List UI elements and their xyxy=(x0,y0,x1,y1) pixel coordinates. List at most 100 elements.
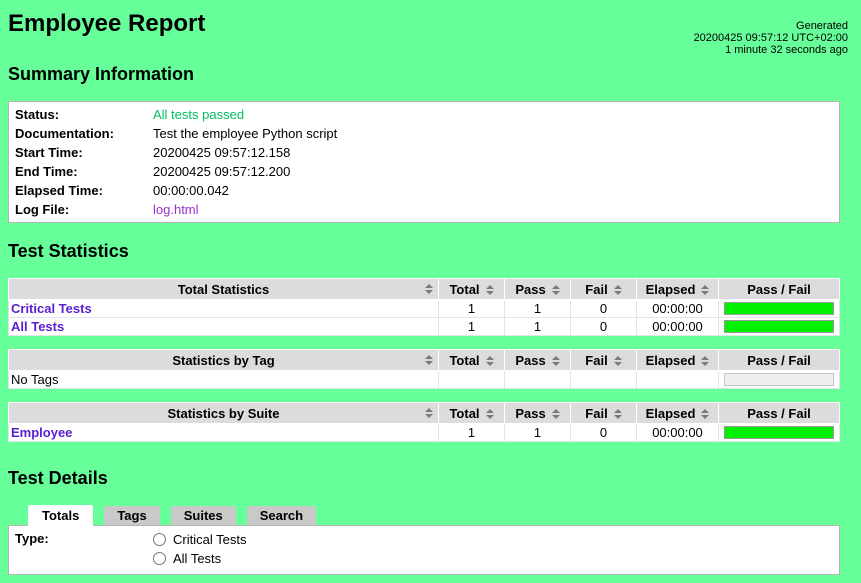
generated-info: Generated 20200425 09:57:12 UTC+02:00 1 … xyxy=(694,20,848,56)
summary-heading: Summary Information xyxy=(8,64,195,84)
column-header-pass: Pass xyxy=(504,349,571,371)
summary-row-start-time: Start Time: 20200425 09:57:12.158 xyxy=(9,143,839,162)
column-header-elapsed: Elapsed xyxy=(636,402,719,424)
summary-row-end-time: End Time: 20200425 09:57:12.200 xyxy=(9,162,839,181)
table-title: Total Statistics xyxy=(177,281,270,297)
column-header-elapsed: Elapsed xyxy=(636,278,719,300)
all-tests-link[interactable]: All Tests xyxy=(11,319,64,334)
radio-option-all-tests[interactable]: All Tests xyxy=(151,549,246,568)
elapsed-cell xyxy=(636,370,719,389)
sort-icon[interactable] xyxy=(425,284,433,294)
column-header-elapsed: Elapsed xyxy=(636,349,719,371)
table-header-row: Statistics by Tag Total Pass Fail Elapse… xyxy=(8,349,840,371)
tab-suites[interactable]: Suites xyxy=(170,506,236,525)
details-panel: Type: Critical Tests All Tests xyxy=(8,525,840,575)
generated-timestamp: 20200425 09:57:12 UTC+02:00 xyxy=(693,32,848,44)
pass-cell: 1 xyxy=(504,299,571,318)
start-time-label: Start Time: xyxy=(15,145,83,160)
no-tags-cell: No Tags xyxy=(8,370,439,389)
column-header-passfail: Pass / Fail xyxy=(718,349,840,371)
type-label: Type: xyxy=(15,531,49,546)
generated-label: Generated xyxy=(796,20,848,32)
table-row: Employee 1 1 0 00:00:00 xyxy=(8,423,840,442)
tab-search[interactable]: Search xyxy=(246,506,317,525)
fail-cell: 0 xyxy=(570,317,637,336)
sort-icon[interactable] xyxy=(701,356,710,367)
summary-row-elapsed-time: Elapsed Time: 00:00:00.042 xyxy=(9,181,839,200)
column-header-pass: Pass xyxy=(504,278,571,300)
details-heading: Test Details xyxy=(8,468,108,488)
tag-statistics-table: Statistics by Tag Total Pass Fail Elapse… xyxy=(8,349,840,389)
critical-tests-radio[interactable] xyxy=(153,533,166,546)
fail-cell xyxy=(570,370,637,389)
elapsed-cell: 00:00:00 xyxy=(636,299,719,318)
column-header-name: Total Statistics xyxy=(8,278,439,300)
table-title: Statistics by Suite xyxy=(167,405,280,421)
radio-label: All Tests xyxy=(173,551,222,566)
all-tests-radio[interactable] xyxy=(153,552,166,565)
column-header-total: Total xyxy=(438,278,505,300)
type-options: Critical Tests All Tests xyxy=(151,530,246,568)
sort-icon[interactable] xyxy=(485,285,494,296)
elapsed-cell: 00:00:00 xyxy=(636,317,719,336)
summary-row-documentation: Documentation: Test the employee Python … xyxy=(9,124,839,143)
fail-cell: 0 xyxy=(570,299,637,318)
sort-icon[interactable] xyxy=(551,356,560,367)
log-file-link[interactable]: log.html xyxy=(153,202,199,217)
status-label: Status: xyxy=(15,107,60,122)
column-header-total: Total xyxy=(438,402,505,424)
total-statistics-table: Total Statistics Total Pass Fail Elapsed… xyxy=(8,278,840,336)
table-header-row: Statistics by Suite Total Pass Fail Elap… xyxy=(8,402,840,424)
status-value: All tests passed xyxy=(153,107,245,122)
generated-ago: 1 minute 32 seconds ago xyxy=(725,44,848,56)
table-title: Statistics by Tag xyxy=(172,352,275,368)
summary-row-log-file: Log File: log.html xyxy=(9,200,839,219)
column-header-pass: Pass xyxy=(504,402,571,424)
start-time-value: 20200425 09:57:12.158 xyxy=(153,145,291,160)
column-header-name: Statistics by Suite xyxy=(8,402,439,424)
sort-icon[interactable] xyxy=(613,285,622,296)
elapsed-cell: 00:00:00 xyxy=(636,423,719,442)
pass-fail-bar xyxy=(724,426,834,439)
total-cell: 1 xyxy=(438,299,505,318)
pass-cell: 1 xyxy=(504,317,571,336)
table-row: Critical Tests 1 1 0 00:00:00 xyxy=(8,299,840,318)
table-row: All Tests 1 1 0 00:00:00 xyxy=(8,317,840,336)
employee-suite-link[interactable]: Employee xyxy=(11,425,72,440)
end-time-label: End Time: xyxy=(15,164,78,179)
sort-icon[interactable] xyxy=(425,355,433,365)
pass-fail-bar xyxy=(724,302,834,315)
pass-fail-bar xyxy=(724,373,834,386)
fail-cell: 0 xyxy=(570,423,637,442)
radio-option-critical-tests[interactable]: Critical Tests xyxy=(151,530,246,549)
documentation-label: Documentation: xyxy=(15,126,114,141)
tab-totals[interactable]: Totals xyxy=(28,505,94,527)
suite-statistics-table: Statistics by Suite Total Pass Fail Elap… xyxy=(8,402,840,442)
column-header-passfail: Pass / Fail xyxy=(718,402,840,424)
summary-row-status: Status: All tests passed xyxy=(9,105,839,124)
table-header-row: Total Statistics Total Pass Fail Elapsed… xyxy=(8,278,840,300)
total-cell: 1 xyxy=(438,317,505,336)
summary-box: Status: All tests passed Documentation: … xyxy=(8,101,840,223)
sort-icon[interactable] xyxy=(485,356,494,367)
column-header-passfail: Pass / Fail xyxy=(718,278,840,300)
sort-icon[interactable] xyxy=(425,408,433,418)
sort-icon[interactable] xyxy=(701,409,710,420)
elapsed-time-value: 00:00:00.042 xyxy=(153,183,229,198)
sort-icon[interactable] xyxy=(613,409,622,420)
column-header-fail: Fail xyxy=(570,349,637,371)
sort-icon[interactable] xyxy=(485,409,494,420)
documentation-value: Test the employee Python script xyxy=(153,126,338,141)
details-tabs: Totals Tags Suites Search xyxy=(28,505,840,527)
total-cell xyxy=(438,370,505,389)
sort-icon[interactable] xyxy=(701,285,710,296)
sort-icon[interactable] xyxy=(613,356,622,367)
end-time-value: 20200425 09:57:12.200 xyxy=(153,164,291,179)
sort-icon[interactable] xyxy=(551,285,560,296)
tab-tags[interactable]: Tags xyxy=(104,506,160,525)
critical-tests-link[interactable]: Critical Tests xyxy=(11,301,92,316)
column-header-total: Total xyxy=(438,349,505,371)
sort-icon[interactable] xyxy=(551,409,560,420)
total-cell: 1 xyxy=(438,423,505,442)
pass-cell: 1 xyxy=(504,423,571,442)
